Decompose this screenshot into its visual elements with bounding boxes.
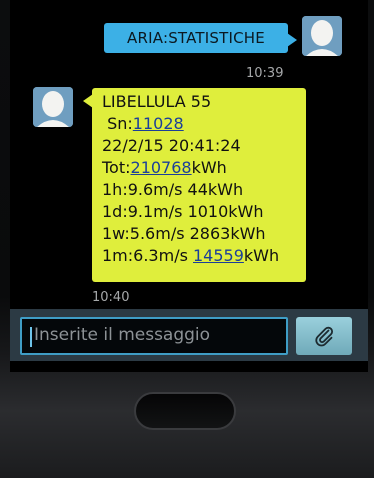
serial-number-link[interactable]: 11028 <box>133 114 184 133</box>
sender-avatar-icon[interactable] <box>302 16 342 56</box>
received-line-month: 1m:6.3m/s 14559kWh <box>102 245 306 267</box>
total-unit: kWh <box>191 158 227 177</box>
paperclip-icon <box>315 326 334 347</box>
month-label: 1m:6.3m/s <box>102 246 193 265</box>
text-cursor <box>30 327 32 347</box>
sent-message-text: ARIA:STATISTICHE <box>127 29 265 47</box>
message-input[interactable]: Inserite il messaggio <box>20 317 288 355</box>
received-timestamp: 10:40 <box>92 290 130 305</box>
month-value-link[interactable]: 14559 <box>193 246 244 265</box>
received-line: LIBELLULA 55 <box>102 92 212 111</box>
phone-device: ARIA:STATISTICHE 10:39 LIBELLULA 55 Sn:1… <box>0 0 374 478</box>
sent-message-bubble[interactable]: ARIA:STATISTICHE <box>104 23 297 53</box>
message-input-placeholder: Inserite il messaggio <box>34 325 211 345</box>
total-label: Tot: <box>102 158 131 177</box>
serial-label: Sn: <box>102 114 133 133</box>
received-message-bubble[interactable]: LIBELLULA 55 Sn:11028 22/2/15 20:41:24 T… <box>83 88 306 282</box>
sent-timestamp: 10:39 <box>246 66 284 81</box>
received-line: 1d:9.1m/s 1010kWh <box>102 202 264 221</box>
received-line: 1w:5.6m/s 2863kWh <box>102 224 266 243</box>
contact-avatar-icon[interactable] <box>33 87 73 127</box>
total-value-link[interactable]: 210768 <box>131 158 192 177</box>
received-line-total: Tot:210768kWh <box>102 157 306 179</box>
received-line: 1h:9.6m/s 44kWh <box>102 180 244 199</box>
month-unit: kWh <box>243 246 280 265</box>
received-line: 22/2/15 20:41:24 <box>102 136 241 155</box>
received-line-serial: Sn:11028 <box>102 113 306 135</box>
home-button[interactable] <box>134 392 236 430</box>
attach-button[interactable] <box>296 317 352 355</box>
